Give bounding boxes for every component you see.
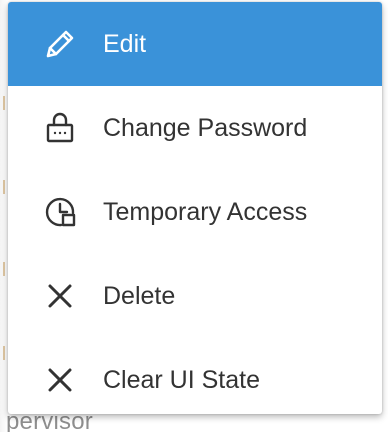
background-marker	[3, 262, 5, 276]
pencil-icon	[42, 26, 78, 62]
menu-item-label: Clear UI State	[103, 366, 261, 394]
background-panel-edge	[0, 0, 8, 432]
background-marker	[3, 96, 5, 110]
menu-item-edit[interactable]: Edit	[8, 2, 382, 86]
menu-item-label: Delete	[103, 282, 176, 310]
menu-item-label: Change Password	[103, 114, 308, 142]
close-icon	[42, 278, 78, 314]
menu-item-label: Edit	[103, 30, 147, 58]
menu-item-delete[interactable]: Delete	[8, 254, 382, 338]
menu-item-change-password[interactable]: Change Password	[8, 86, 382, 170]
menu-item-label: Temporary Access	[103, 198, 308, 226]
context-menu: Edit Change Password Temporary Access De…	[8, 2, 382, 414]
menu-item-clear-ui-state[interactable]: Clear UI State	[8, 338, 382, 414]
page: pervisor Edit Change Password Temporary …	[0, 0, 388, 432]
background-marker	[3, 180, 5, 194]
close-icon	[42, 362, 78, 398]
clock-calendar-icon	[42, 194, 78, 230]
menu-item-temporary-access[interactable]: Temporary Access	[8, 170, 382, 254]
lock-icon	[42, 110, 78, 146]
background-marker	[3, 346, 5, 360]
